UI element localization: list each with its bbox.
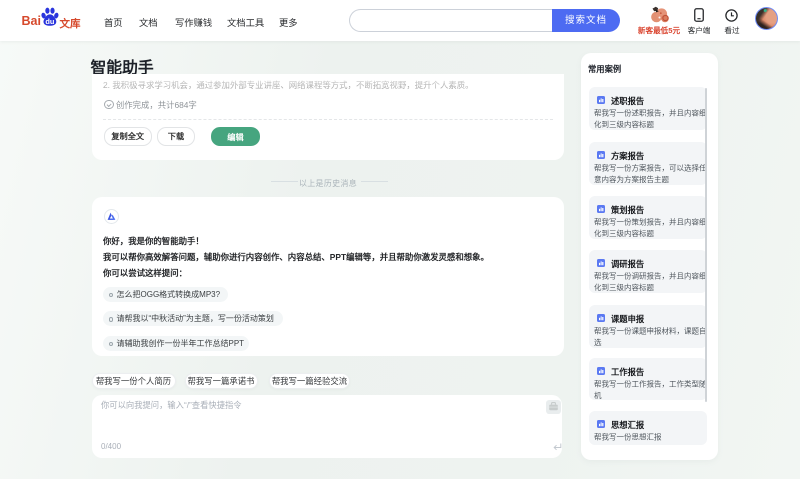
svg-text:du: du	[45, 16, 55, 25]
